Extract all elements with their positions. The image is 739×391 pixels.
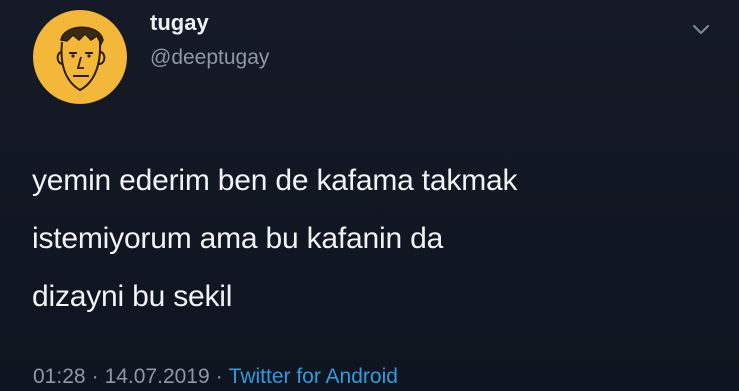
doodle-face-icon — [56, 26, 106, 92]
tweet-date: 14.07.2019 — [104, 365, 210, 388]
tweet-text-line: yemin ederim ben de kafama takmak — [32, 164, 518, 197]
display-name[interactable]: tugay — [150, 10, 209, 36]
tweet-text: yemin ederim ben de kafama takmak istemi… — [32, 152, 722, 326]
user-handle[interactable]: @deeptugay — [150, 46, 269, 70]
meta-separator: · — [91, 365, 99, 388]
meta-separator: · — [215, 365, 223, 388]
tweet-text-line: istemiyorum ama bu kafanin da — [32, 222, 444, 255]
avatar[interactable] — [33, 10, 127, 104]
chevron-down-icon[interactable] — [689, 20, 713, 38]
tweet-meta: 01:28 · 14.07.2019 · Twitter for Android — [33, 365, 398, 389]
tweet-time: 01:28 — [33, 365, 86, 388]
tweet-card: tugay @deeptugay yemin ederim ben de kaf… — [0, 0, 739, 391]
tweet-source-link[interactable]: Twitter for Android — [229, 365, 398, 388]
tweet-text-line: dizayni bu sekil — [32, 280, 233, 313]
